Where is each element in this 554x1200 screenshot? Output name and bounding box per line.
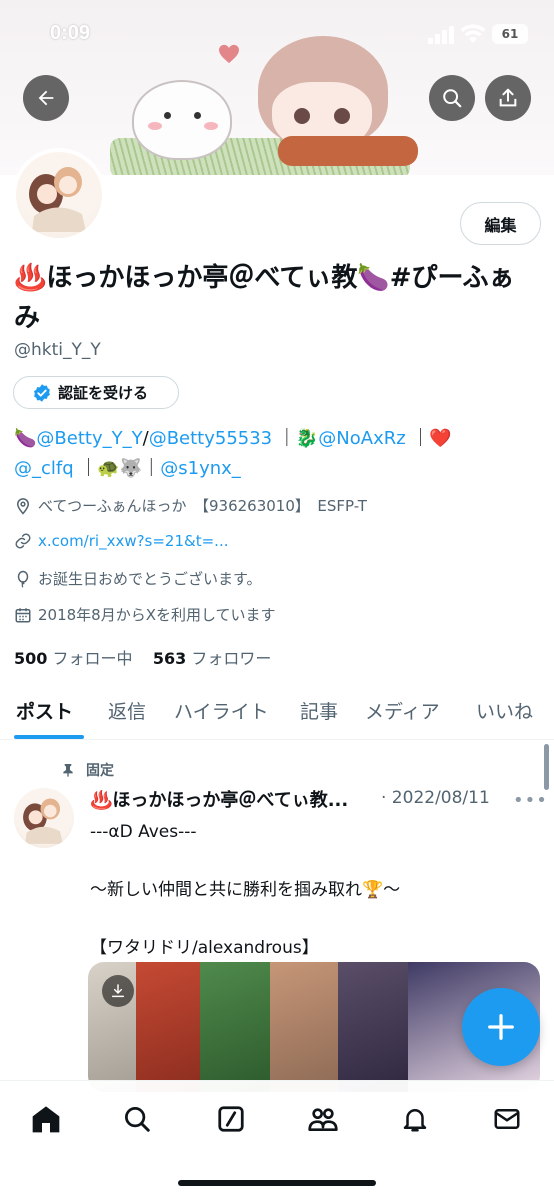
bell-icon — [403, 1109, 427, 1132]
birthday-text: お誕生日おめでとうございます。 — [38, 570, 262, 588]
people-icon — [308, 1108, 338, 1131]
profile-website[interactable]: x.com/ri_xxw?s=21&t=... — [14, 532, 228, 550]
nav-explore[interactable] — [119, 1101, 155, 1137]
nav-notifications[interactable] — [397, 1101, 433, 1137]
nav-messages[interactable] — [489, 1101, 525, 1137]
active-tab-indicator — [14, 735, 84, 739]
nav-grok[interactable] — [213, 1101, 249, 1137]
status-time: 0:09 — [50, 22, 91, 44]
calendar-icon — [15, 607, 31, 622]
wifi-icon — [460, 24, 486, 43]
nav-communities[interactable] — [305, 1101, 341, 1137]
bio-emoji: 🍆 — [14, 428, 37, 449]
nav-home[interactable] — [28, 1101, 64, 1137]
bio-separator: ｜❤️ — [411, 428, 452, 449]
bio-mention-betty-y-y[interactable]: @Betty_Y_Y — [36, 428, 142, 449]
follow-stats: 500 フォロー中 563 フォロワー — [14, 645, 271, 669]
tab-replies[interactable]: 返信 — [108, 697, 146, 724]
location-pin-icon — [16, 497, 30, 515]
mail-icon — [494, 1109, 520, 1129]
display-name: ♨️ほっかほっか亭＠べてぃ教🍆#ぴーふぁみ — [14, 263, 515, 333]
following-link[interactable]: 500 フォロー中 — [14, 649, 133, 668]
home-indicator[interactable] — [178, 1180, 376, 1186]
pinned-indicator: 固定 — [60, 760, 114, 780]
website-link[interactable]: x.com/ri_xxw?s=21&t=... — [38, 532, 228, 550]
tweet-text: ---αD Aves--- 〜新しい仲間と共に勝利を掴み取れ🏆〜 【ワタリドリ/… — [90, 822, 401, 958]
tweet-author-name[interactable]: ♨️ほっかほっか亭＠べてぃ教... — [90, 786, 348, 812]
edit-profile-button[interactable]: 編集 — [460, 202, 541, 245]
pin-icon — [63, 764, 73, 777]
verified-badge-icon — [34, 383, 50, 402]
get-verified-button[interactable]: 認証を受ける — [13, 376, 179, 409]
search-icon — [443, 89, 462, 108]
banner-hamster — [132, 80, 232, 160]
plus-icon — [488, 1014, 514, 1040]
following-label: フォロー中 — [52, 649, 133, 668]
get-verified-label: 認証を受ける — [58, 384, 149, 402]
profile-bio: 🍆@Betty_Y_Y/@Betty55533 ｜🐉@NoAxRz ｜❤️ @_… — [14, 424, 544, 484]
share-button[interactable] — [485, 75, 531, 121]
grok-icon — [218, 1106, 244, 1132]
tab-posts[interactable]: ポスト — [16, 697, 73, 724]
download-icon — [111, 984, 125, 998]
profile-joined: 2018年8月からXを利用しています — [14, 604, 276, 625]
download-button[interactable] — [102, 975, 134, 1007]
location-text: べてつーふぁんほっか 【936263010】 ESFP-T — [38, 497, 367, 515]
bio-mention-s1ynx[interactable]: @s1ynx_ — [160, 458, 241, 479]
link-icon — [15, 533, 31, 549]
pinned-label: 固定 — [86, 763, 114, 779]
balloon-icon — [17, 570, 29, 588]
profile-birthday: お誕生日おめでとうございます。 — [14, 568, 262, 589]
back-button[interactable] — [23, 75, 69, 121]
tweet-date[interactable]: · 2022/08/11 — [381, 788, 490, 808]
following-count: 500 — [14, 649, 48, 668]
tweet-avatar[interactable] — [14, 788, 74, 848]
bio-separator: ｜🐉 — [277, 428, 319, 449]
media-panel — [338, 962, 408, 1092]
tab-highlights[interactable]: ハイライト — [174, 697, 269, 724]
share-icon — [499, 88, 517, 107]
status-bar: 0:09 61 — [0, 0, 554, 70]
bio-mention-betty55533[interactable]: @Betty55533 — [149, 428, 272, 449]
search-button[interactable] — [429, 75, 475, 121]
followers-link[interactable]: 563 フォロワー — [153, 649, 272, 668]
user-handle: @hkti_Y_Y — [14, 340, 101, 360]
battery-indicator: 61 — [492, 24, 528, 44]
bio-mention-clfq[interactable]: @_clfq — [14, 458, 74, 479]
joined-text: 2018年8月からXを利用しています — [38, 606, 276, 624]
followers-label: フォロワー — [191, 649, 272, 668]
arrow-left-icon — [38, 90, 54, 106]
profile-tabs: ポスト 返信 ハイライト 記事 メディア いいね — [0, 684, 554, 740]
bio-separator: ｜🐢🐺｜ — [79, 458, 161, 479]
scrollbar[interactable] — [544, 744, 549, 790]
avatar-illustration — [23, 798, 63, 844]
tweet-more-button[interactable]: ••• — [513, 790, 548, 811]
cellular-signal-icon — [428, 26, 454, 44]
search-icon — [125, 1107, 150, 1132]
media-panel — [200, 962, 270, 1092]
avatar-illustration — [29, 167, 86, 232]
bio-mention-noaxrz[interactable]: @NoAxRz — [318, 428, 405, 449]
tab-articles[interactable]: 記事 — [300, 697, 338, 724]
compose-fab[interactable] — [462, 988, 540, 1066]
media-panel — [270, 962, 338, 1092]
media-panel — [136, 962, 200, 1092]
profile-location: べてつーふぁんほっか 【936263010】 ESFP-T — [14, 495, 367, 516]
home-icon — [32, 1106, 60, 1133]
tab-media[interactable]: メディア — [365, 697, 440, 724]
profile-avatar[interactable] — [12, 148, 106, 242]
tab-likes[interactable]: いいね — [476, 697, 533, 724]
followers-count: 563 — [152, 649, 187, 668]
